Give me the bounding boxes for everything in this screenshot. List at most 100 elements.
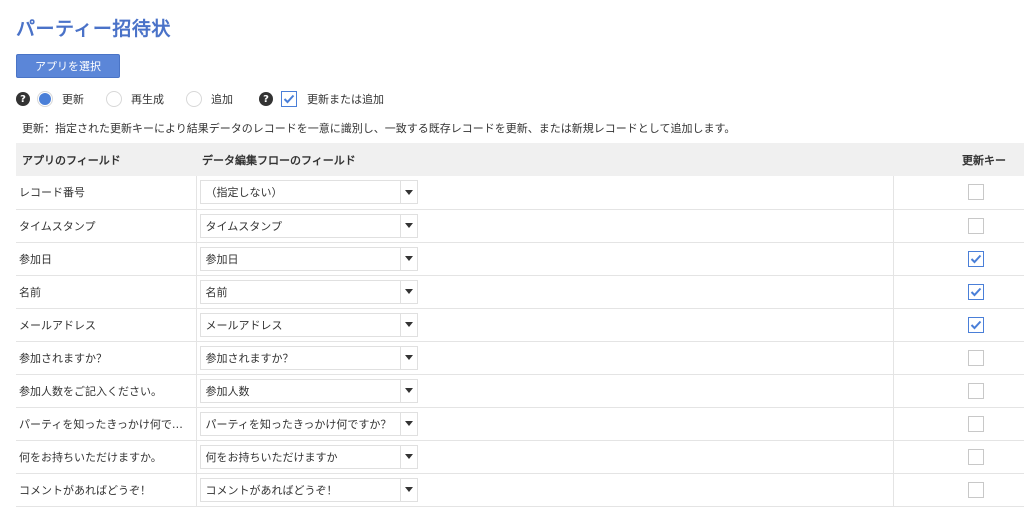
flow-field-selected-value: 参加日 (205, 252, 239, 266)
flow-field-select[interactable]: タイムスタンプ (199, 213, 418, 238)
table-row: 参加人数をご記入ください。 参加人数 (16, 374, 1024, 408)
table-body: レコード番号 （指定しない） タイムスタンプ タイムスタンプ 参加日 参加日 名前 名前 メール… (16, 176, 1024, 507)
flow-field-cell: 参加されますか？ (195, 341, 893, 375)
flow-field-selected-value: コメントがあればどうぞ！ (205, 483, 338, 497)
flow-field-selected-value: 参加されますか？ (205, 351, 294, 365)
flow-field-cell: 参加日 (195, 242, 893, 276)
flow-field-cell: 何をお持ちいただけますか (195, 440, 893, 474)
flow-field-select[interactable]: 参加されますか？ (199, 345, 418, 370)
update-key-checkbox[interactable] (968, 481, 984, 498)
select-app-button[interactable]: アプリを選択 (16, 54, 120, 78)
update-key-checkbox[interactable] (968, 217, 984, 234)
dropdown-arrow-icon[interactable] (399, 445, 417, 468)
check-icon (970, 254, 982, 263)
header-flow-field: データ編集フローのフィールド (196, 143, 893, 176)
app-field-name: 参加日 (16, 242, 196, 276)
app-field-name: 何をお持ちいただけますか。 (16, 440, 196, 474)
flow-field-selected-value: 何をお持ちいただけますか (205, 450, 338, 464)
dropdown-arrow-icon[interactable] (399, 346, 417, 369)
update-key-checkbox[interactable] (968, 349, 984, 366)
app-field-name: タイムスタンプ (16, 209, 196, 243)
flow-field-cell: パーティを知ったきっかけ何ですか？ (195, 407, 893, 441)
flow-field-selected-value: タイムスタンプ (205, 219, 282, 233)
update-key-cell (892, 209, 1024, 243)
check-icon (970, 287, 982, 296)
flow-field-cell: 名前 (195, 275, 893, 309)
dropdown-arrow-icon[interactable] (399, 478, 417, 501)
flow-field-select[interactable]: 何をお持ちいただけますか (199, 444, 418, 469)
check-icon (970, 320, 982, 329)
mode-options: ? 更新 再生成 追加 ? 更新または追加 (16, 89, 616, 109)
flow-field-cell: タイムスタンプ (195, 209, 893, 243)
table-row: タイムスタンプ タイムスタンプ (16, 209, 1024, 243)
check-icon (283, 94, 295, 104)
app-field-name: 参加人数をご記入ください。 (16, 374, 196, 408)
help-icon-update-or-add[interactable]: ? (259, 92, 273, 106)
update-key-checkbox[interactable] (968, 382, 984, 399)
flow-field-selected-value: パーティを知ったきっかけ何ですか？ (205, 417, 392, 431)
flow-field-selected-value: （指定しない） (205, 186, 283, 200)
app-field-name: 名前 (16, 275, 196, 309)
dropdown-arrow-icon[interactable] (399, 412, 417, 435)
table-row: メールアドレス メールアドレス (16, 308, 1024, 342)
table-row: 何をお持ちいただけますか。 何をお持ちいただけますか (16, 440, 1024, 474)
update-key-cell (892, 176, 1024, 210)
update-key-checkbox[interactable] (968, 316, 984, 333)
field-mapping-table: アプリのフィールド データ編集フローのフィールド 更新キー レコード番号 （指定し… (16, 143, 1024, 507)
table-row: 参加日 参加日 (16, 242, 1024, 276)
radio-update-label: 更新 (62, 93, 84, 106)
update-key-cell (892, 308, 1024, 342)
update-key-cell (892, 242, 1024, 276)
radio-regenerate[interactable] (106, 91, 122, 107)
update-key-cell (892, 341, 1024, 375)
flow-field-cell: （指定しない） (195, 176, 893, 210)
flow-field-select[interactable]: 参加日 (199, 246, 418, 271)
update-key-checkbox[interactable] (968, 283, 984, 300)
app-field-name: 参加されますか？ (16, 341, 196, 375)
flow-field-select[interactable]: コメントがあればどうぞ！ (199, 477, 418, 502)
radio-add-label: 追加 (211, 93, 233, 106)
app-field-name: パーティを知ったきっかけ何で… (16, 407, 196, 441)
flow-field-cell: 参加人数 (195, 374, 893, 408)
header-update-key: 更新キー (893, 143, 1024, 176)
flow-field-selected-value: メールアドレス (205, 318, 283, 332)
table-row: レコード番号 （指定しない） (16, 176, 1024, 210)
help-icon[interactable]: ? (16, 92, 30, 106)
dropdown-arrow-icon[interactable] (399, 181, 417, 204)
dropdown-arrow-icon[interactable] (399, 214, 417, 237)
update-key-cell (892, 374, 1024, 408)
update-key-checkbox[interactable] (968, 184, 984, 201)
flow-field-select[interactable]: 名前 (199, 279, 418, 304)
update-key-cell (892, 407, 1024, 441)
update-key-checkbox[interactable] (968, 250, 984, 267)
radio-update[interactable] (37, 91, 53, 107)
update-or-add-checkbox[interactable] (281, 91, 297, 107)
flow-field-select[interactable]: メールアドレス (199, 312, 418, 337)
flow-field-select[interactable]: パーティを知ったきっかけ何ですか？ (199, 411, 418, 436)
app-field-name: レコード番号 (16, 176, 196, 210)
table-row: 名前 名前 (16, 275, 1024, 309)
flow-field-selected-value: 名前 (205, 285, 228, 299)
radio-regenerate-label: 再生成 (131, 93, 164, 106)
table-row: パーティを知ったきっかけ何で… パーティを知ったきっかけ何ですか？ (16, 407, 1024, 441)
page-title: パーティー招待状 (16, 18, 171, 40)
flow-field-select[interactable]: 参加人数 (199, 378, 418, 403)
flow-field-select[interactable]: （指定しない） (199, 180, 418, 205)
update-key-cell (892, 440, 1024, 474)
dropdown-arrow-icon[interactable] (399, 247, 417, 270)
update-key-cell (892, 275, 1024, 309)
dropdown-arrow-icon[interactable] (399, 379, 417, 402)
table-row: コメントがあればどうぞ！ コメントがあればどうぞ！ (16, 473, 1024, 507)
update-key-checkbox[interactable] (968, 415, 984, 432)
table-header-row: アプリのフィールド データ編集フローのフィールド 更新キー (16, 143, 1024, 176)
dropdown-arrow-icon[interactable] (399, 313, 417, 336)
app-field-name: コメントがあればどうぞ！ (16, 473, 196, 507)
table-row: 参加されますか？ 参加されますか？ (16, 341, 1024, 375)
flow-field-cell: コメントがあればどうぞ！ (195, 473, 893, 507)
update-key-checkbox[interactable] (968, 448, 984, 465)
app-field-name: メールアドレス (16, 308, 196, 342)
radio-add[interactable] (186, 91, 202, 107)
mode-description: 更新：指定された更新キーにより結果データのレコードを一意に識別し、一致する既存レ… (22, 122, 736, 135)
dropdown-arrow-icon[interactable] (399, 280, 417, 303)
update-key-cell (892, 473, 1024, 507)
